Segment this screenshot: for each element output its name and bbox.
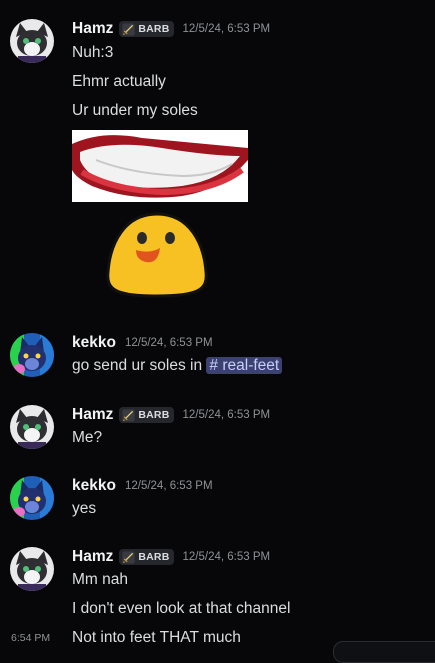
server-tag-label: BARB bbox=[138, 409, 170, 421]
message-line: Mm nah bbox=[72, 571, 128, 588]
message-line: Not into feet THAT much bbox=[72, 629, 241, 646]
timestamp: 12/5/24, 6:53 PM bbox=[124, 480, 213, 492]
server-tag[interactable]: BARB bbox=[119, 407, 174, 423]
avatar-kekko[interactable] bbox=[10, 476, 54, 520]
server-tag-label: BARB bbox=[138, 23, 170, 35]
username[interactable]: Hamz bbox=[72, 20, 113, 38]
server-tag[interactable]: BARB bbox=[119, 549, 174, 565]
username[interactable]: kekko bbox=[72, 334, 116, 352]
fox-avatar-icon bbox=[10, 476, 54, 520]
sword-icon bbox=[122, 408, 135, 422]
username[interactable]: kekko bbox=[72, 477, 116, 495]
message-line: I don't even look at that channel bbox=[72, 600, 291, 617]
sword-icon bbox=[122, 550, 135, 564]
timestamp: 12/5/24, 6:53 PM bbox=[124, 337, 213, 349]
message-line: yes bbox=[72, 500, 97, 517]
message-text: go send ur soles in bbox=[72, 357, 203, 374]
fox-avatar-icon bbox=[10, 333, 54, 377]
jump-to-present-bar[interactable] bbox=[333, 641, 435, 663]
cat-avatar-icon bbox=[10, 405, 54, 449]
message-line: go send ur soles in # real-feet bbox=[72, 357, 283, 375]
message-line: Nuh:3 bbox=[72, 44, 114, 61]
message-header: Hamz BARB 12/5/24, 6:53 PM bbox=[72, 19, 270, 39]
channel-mention[interactable]: # real-feet bbox=[206, 357, 283, 374]
username[interactable]: Hamz bbox=[72, 406, 113, 424]
message-line: Ehmr actually bbox=[72, 73, 166, 90]
avatar-hamz[interactable] bbox=[10, 405, 54, 449]
avatar-kekko[interactable] bbox=[10, 333, 54, 377]
hover-timestamp: 6:54 PM bbox=[11, 632, 51, 644]
smiling-blob-sticker[interactable] bbox=[104, 210, 210, 298]
timestamp: 12/5/24, 6:53 PM bbox=[182, 23, 271, 35]
cat-avatar-icon bbox=[10, 547, 54, 591]
message-header: kekko 12/5/24, 6:53 PM bbox=[72, 333, 213, 353]
message-header: Hamz BARB 12/5/24, 6:53 PM bbox=[72, 405, 270, 425]
timestamp: 12/5/24, 6:53 PM bbox=[182, 409, 271, 421]
avatar-hamz[interactable] bbox=[10, 19, 54, 63]
server-tag-label: BARB bbox=[138, 551, 170, 563]
sword-icon bbox=[122, 22, 135, 36]
message-line: Me? bbox=[72, 429, 103, 446]
message-header: kekko 12/5/24, 6:53 PM bbox=[72, 476, 213, 496]
message-header: Hamz BARB 12/5/24, 6:53 PM bbox=[72, 547, 270, 567]
avatar-hamz[interactable] bbox=[10, 547, 54, 591]
cat-avatar-icon bbox=[10, 19, 54, 63]
username[interactable]: Hamz bbox=[72, 548, 113, 566]
timestamp: 12/5/24, 6:53 PM bbox=[182, 551, 271, 563]
message-line: Ur under my soles bbox=[72, 102, 198, 119]
teeth-sticker[interactable] bbox=[72, 130, 248, 202]
server-tag[interactable]: BARB bbox=[119, 21, 174, 37]
